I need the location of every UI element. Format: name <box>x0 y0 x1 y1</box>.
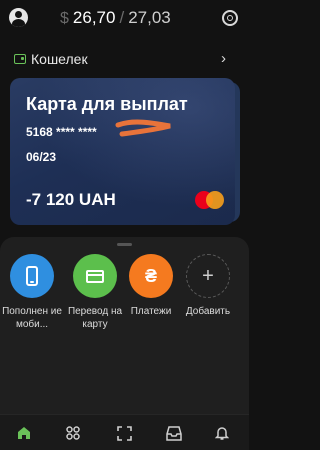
redaction-scribble <box>115 119 171 137</box>
search-icon[interactable] <box>221 9 239 27</box>
top-bar: $ 26,70 / 27,03 <box>0 0 249 38</box>
wallet-icon <box>14 54 26 64</box>
action-label: Платежи <box>130 306 172 317</box>
chevron-right-icon[interactable]: › <box>221 50 226 67</box>
wallet-label: Кошелек <box>31 51 88 67</box>
plus-icon: + <box>186 254 230 298</box>
action-topup-mobile[interactable]: Пополнен ие моби... <box>2 254 62 334</box>
rate-sell: 27,03 <box>128 8 171 27</box>
scan-icon[interactable] <box>114 423 134 443</box>
action-label: Пополнен ие моби... <box>2 306 62 330</box>
card-number: 5168 **** **** <box>26 125 97 139</box>
phone-icon <box>10 254 54 298</box>
rate-separator: / <box>119 8 125 27</box>
card-title: Карта для выплат <box>26 94 188 114</box>
bell-icon[interactable] <box>212 423 232 443</box>
bottom-navigation <box>0 414 249 450</box>
home-icon[interactable] <box>14 423 34 443</box>
mastercard-logo-icon <box>195 191 225 209</box>
inbox-icon[interactable] <box>164 423 184 443</box>
card-balance: -7 120 UAH <box>26 190 116 209</box>
action-label: Добавить <box>185 306 231 317</box>
action-payments[interactable]: ₴ Платежи <box>121 254 181 334</box>
hryvnia-icon: ₴ <box>129 254 173 298</box>
drag-handle[interactable] <box>117 243 132 246</box>
action-card-transfer[interactable]: Перевод на карту <box>65 254 125 334</box>
actions-sheet: Пополнен ие моби... Перевод на карту ₴ П… <box>0 237 249 415</box>
payment-card[interactable]: Карта для выплат 5168 **** **** 06/23 -7… <box>10 78 235 225</box>
card-expiry: 06/23 <box>26 150 57 164</box>
action-label: Перевод на карту <box>67 306 123 330</box>
action-add[interactable]: + Добавить <box>178 254 238 334</box>
card-icon <box>73 254 117 298</box>
currency-symbol: $ <box>60 10 69 27</box>
wallet-header[interactable]: Кошелек › <box>0 48 249 72</box>
exchange-rate[interactable]: $ 26,70 / 27,03 <box>60 8 171 28</box>
rate-buy: 26,70 <box>72 8 116 27</box>
grid-icon[interactable] <box>63 423 83 443</box>
profile-avatar-icon[interactable] <box>9 8 28 27</box>
